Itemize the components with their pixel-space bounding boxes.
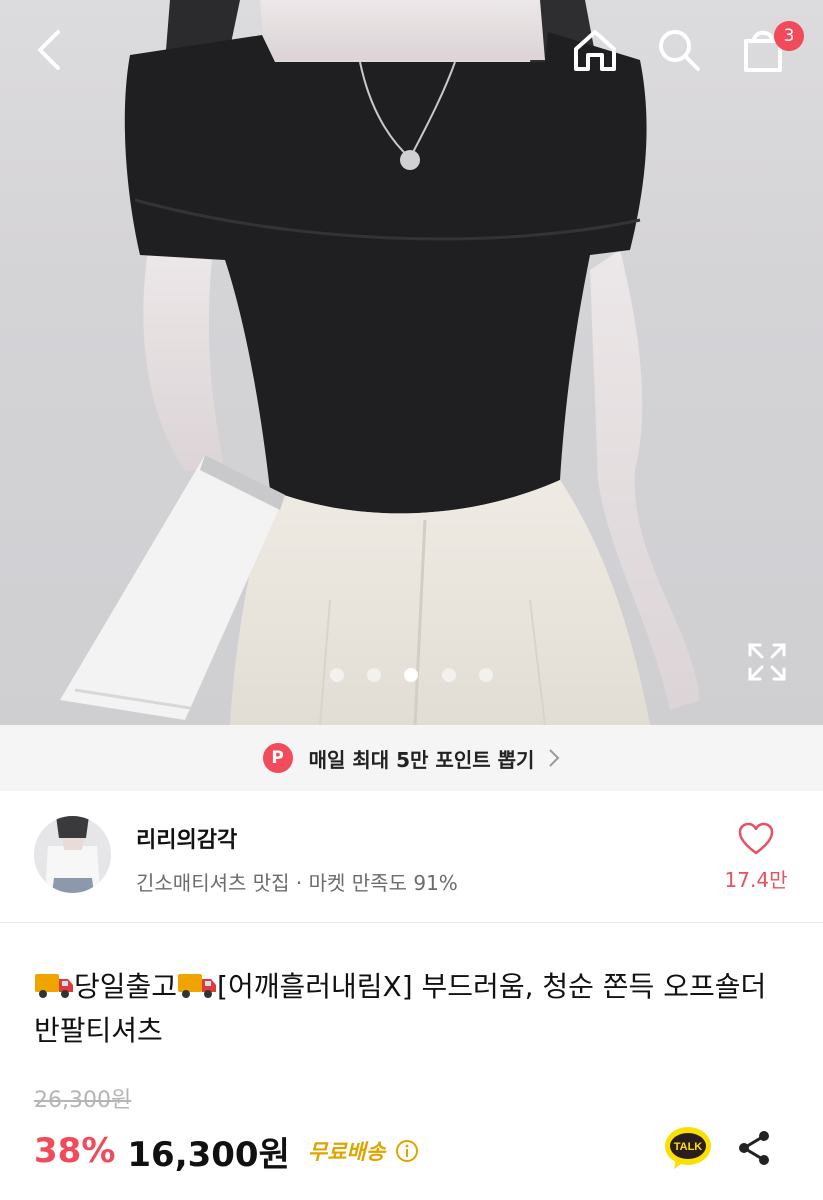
point-badge-icon: P (262, 743, 293, 773)
original-price: 26,300원 (34, 1088, 132, 1113)
truck-icon (35, 974, 73, 998)
top-navigation-bar: 3 (0, 0, 823, 100)
like-count: 17.4만 (724, 868, 788, 892)
seller-avatar[interactable] (34, 816, 111, 893)
pagination-dot[interactable] (330, 668, 344, 682)
free-shipping-label: 무료배송 (307, 1140, 386, 1164)
promo-text: 매일 최대 5만 포인트 뽑기 (308, 747, 535, 772)
search-icon (659, 30, 700, 71)
home-button[interactable] (567, 22, 623, 78)
point-promo-banner[interactable]: P 매일 최대 5만 포인트 뽑기 (0, 725, 823, 791)
back-button[interactable] (22, 22, 78, 78)
talk-label: TALK (674, 1141, 703, 1153)
product-photo (60, 0, 700, 725)
product-title: 당일출고 [어깨흘러내림X] 부드러움, 청순 쫀득 오프숄더 반팔티셔츠 (34, 965, 794, 1053)
pagination-dot-active[interactable] (404, 668, 418, 682)
gallery-pagination (0, 666, 823, 686)
chevron-left-icon (38, 30, 60, 70)
pagination-dot[interactable] (442, 668, 456, 682)
price-row: 38% 16,300원 무료배송 (34, 1126, 419, 1176)
kakaotalk-button[interactable]: TALK (664, 1125, 712, 1171)
discount-rate: 38% (34, 1131, 116, 1171)
expand-icon[interactable] (746, 641, 788, 683)
avatar-image (34, 816, 111, 893)
sale-price: 16,300원 (127, 1134, 290, 1175)
truck-icon (178, 974, 217, 998)
share-icon[interactable] (734, 1128, 774, 1168)
home-icon (574, 30, 616, 71)
pagination-dot[interactable] (367, 668, 381, 682)
search-button[interactable] (651, 22, 707, 78)
heart-icon[interactable] (738, 822, 774, 856)
seller-description: 긴소매티셔츠 맛집 · 마켓 만족도 91% (136, 871, 458, 895)
cart-count-badge: 3 (774, 21, 804, 51)
chevron-right-icon (549, 749, 560, 767)
pagination-dot[interactable] (479, 668, 493, 682)
title-tag: 당일출고 (74, 970, 178, 1003)
seller-info-row: 리리의감각 긴소매티셔츠 맛집 · 마켓 만족도 91% 17.4만 (0, 792, 823, 923)
seller-name[interactable]: 리리의감각 (136, 822, 237, 854)
product-image-gallery[interactable]: 3 (0, 0, 823, 725)
info-icon[interactable] (395, 1139, 419, 1163)
